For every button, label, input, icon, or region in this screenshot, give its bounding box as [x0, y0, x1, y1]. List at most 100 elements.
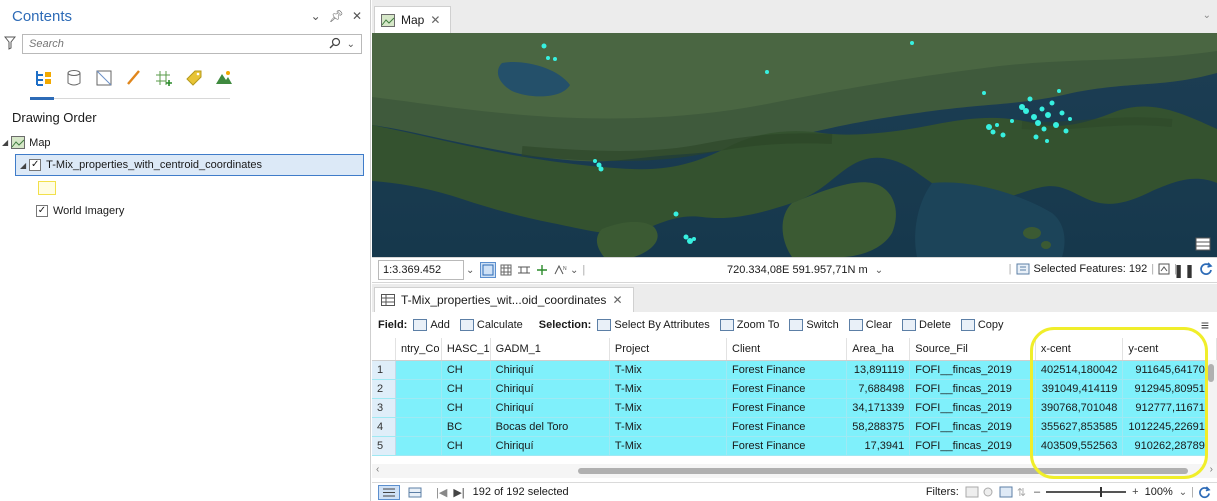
list-by-drawing-order-icon[interactable]	[34, 68, 54, 88]
north-arrow-icon[interactable]: N	[552, 262, 568, 278]
filter-icon[interactable]	[3, 36, 17, 53]
cell-source[interactable]: FOFI__fincas_2019	[909, 436, 1036, 456]
cell-project[interactable]: T-Mix	[609, 398, 728, 418]
measure-icon[interactable]	[516, 262, 532, 278]
cell-gadm[interactable]: Chiriquí	[490, 436, 610, 456]
cell-y-cent[interactable]: 911645,641703	[1122, 360, 1217, 380]
vertical-scroll-thumb[interactable]	[1208, 364, 1214, 382]
query-filter-icon[interactable]	[981, 486, 995, 498]
cell-x-cent[interactable]: 402514,180042	[1035, 360, 1124, 380]
cell-client[interactable]: Forest Finance	[726, 436, 848, 456]
refresh-icon[interactable]	[1199, 262, 1213, 276]
tree-item-map[interactable]: ◢ Map	[2, 136, 51, 149]
cell-hasc[interactable]: CH	[441, 360, 491, 380]
zoom-slider[interactable]	[1046, 487, 1127, 497]
show-all-records-icon[interactable]	[378, 484, 400, 500]
zoom-in-icon[interactable]: +	[1132, 486, 1138, 498]
cell-country-code[interactable]	[395, 436, 442, 456]
cell-hasc[interactable]: CH	[441, 436, 491, 456]
extent-filter-icon[interactable]	[965, 486, 979, 498]
cell-gadm[interactable]: Chiriquí	[490, 360, 610, 380]
options-dropdown-icon[interactable]: ⌄	[311, 9, 321, 23]
tab-attribute-table[interactable]: T-Mix_properties_wit...oid_coordinates ✕	[374, 287, 634, 312]
cell-country-code[interactable]	[395, 398, 442, 418]
delete-button[interactable]: Delete	[902, 319, 951, 331]
table-row[interactable]: 2 CH Chiriquí T-Mix Forest Finance 7,688…	[372, 379, 1217, 399]
list-by-selection-icon[interactable]	[94, 68, 114, 88]
selected-features-display[interactable]: | Selected Features: 192 | |	[1009, 263, 1177, 275]
switch-selection-button[interactable]: Switch	[789, 319, 839, 331]
clear-selection-button[interactable]: Clear	[848, 319, 892, 331]
coordinate-units-dropdown-icon[interactable]: ⌄	[875, 265, 883, 276]
cell-source[interactable]: FOFI__fincas_2019	[909, 379, 1036, 399]
cell-project[interactable]: T-Mix	[609, 417, 728, 437]
column-header-client[interactable]: Client	[726, 338, 848, 361]
list-by-perspective-imagery-icon[interactable]	[214, 68, 234, 88]
zoom-percent[interactable]: 100%	[1145, 486, 1173, 498]
cell-x-cent[interactable]: 391049,414119	[1035, 379, 1124, 399]
row-number[interactable]: 5	[372, 436, 396, 456]
close-pane-icon[interactable]: ✕	[352, 9, 362, 23]
grid-icon[interactable]	[498, 262, 514, 278]
attribute-table-grid[interactable]: ntry_Co HASC_1 GADM_1 Project Client Are…	[372, 338, 1217, 464]
scale-dropdown-icon[interactable]: ⌄	[466, 265, 478, 276]
cell-y-cent[interactable]: 1012245,226916	[1122, 417, 1217, 437]
search-options-icon[interactable]: ⌄	[347, 39, 355, 50]
column-header-x-cent[interactable]: x-cent	[1035, 338, 1124, 361]
cell-x-cent[interactable]: 355627,853585	[1035, 417, 1124, 437]
cell-country-code[interactable]	[395, 360, 442, 380]
cell-source[interactable]: FOFI__fincas_2019	[909, 360, 1036, 380]
column-header-project[interactable]: Project	[609, 338, 728, 361]
tab-map[interactable]: Map ✕	[374, 6, 452, 33]
cell-project[interactable]: T-Mix	[609, 360, 728, 380]
tree-item-world-imagery[interactable]: ✓ World Imagery	[36, 205, 124, 217]
column-header-country-code[interactable]: ntry_Co	[395, 338, 442, 361]
cell-y-cent[interactable]: 912945,809519	[1122, 379, 1217, 399]
tree-item-layer-selected[interactable]: ◢ ✓ T-Mix_properties_with_centroid_coord…	[15, 154, 364, 176]
table-menu-icon[interactable]: ≡	[1201, 317, 1209, 333]
column-header-hasc[interactable]: HASC_1	[441, 338, 491, 361]
cell-client[interactable]: Forest Finance	[726, 398, 848, 418]
cell-x-cent[interactable]: 390768,701048	[1035, 398, 1124, 418]
zoom-to-button[interactable]: Zoom To	[719, 319, 779, 331]
search-input[interactable]	[29, 38, 329, 50]
table-row[interactable]: 3 CH Chiriquí T-Mix Forest Finance 34,17…	[372, 398, 1217, 418]
add-field-button[interactable]: Add	[413, 319, 450, 331]
cell-source[interactable]: FOFI__fincas_2019	[909, 417, 1036, 437]
horizontal-scrollbar[interactable]: ‹ ›	[372, 464, 1217, 478]
cell-hasc[interactable]: BC	[441, 417, 491, 437]
cell-area[interactable]: 58,288375	[846, 417, 911, 437]
cell-country-code[interactable]	[395, 379, 442, 399]
cell-y-cent[interactable]: 912777,116717	[1122, 398, 1217, 418]
cell-hasc[interactable]: CH	[441, 398, 491, 418]
close-tab-icon[interactable]: ✕	[430, 13, 440, 27]
first-record-icon[interactable]: |◀	[436, 486, 447, 499]
copy-button[interactable]: Copy	[960, 319, 1004, 331]
field-sort-icon[interactable]: ⇅	[1017, 486, 1026, 499]
row-number[interactable]: 4	[372, 417, 396, 437]
list-by-data-source-icon[interactable]	[64, 68, 84, 88]
table-row[interactable]: 1 CH Chiriquí T-Mix Forest Finance 13,89…	[372, 360, 1217, 380]
show-selected-records-icon[interactable]	[408, 487, 422, 498]
refresh-table-icon[interactable]	[1198, 485, 1211, 499]
cell-gadm[interactable]: Bocas del Toro	[490, 417, 610, 437]
pause-drawing-icon[interactable]: ❚❚	[1173, 263, 1195, 279]
column-header-source[interactable]: Source_Fil	[909, 338, 1036, 361]
cell-area[interactable]: 17,3941	[846, 436, 911, 456]
cell-source[interactable]: FOFI__fincas_2019	[909, 398, 1036, 418]
select-by-attributes-button[interactable]: Select By Attributes	[597, 319, 710, 331]
cell-hasc[interactable]: CH	[441, 379, 491, 399]
cell-area[interactable]: 7,688498	[846, 379, 911, 399]
cell-client[interactable]: Forest Finance	[726, 360, 848, 380]
row-number[interactable]: 2	[372, 379, 396, 399]
show-table-icon[interactable]	[1158, 263, 1170, 275]
snapping-icon[interactable]	[534, 262, 550, 278]
column-header-y-cent[interactable]: y-cent	[1122, 338, 1217, 361]
layer-visibility-checkbox[interactable]: ✓	[29, 159, 42, 171]
column-header-gadm[interactable]: GADM_1	[490, 338, 610, 361]
map-scale-field[interactable]: 1:3.369.452	[378, 260, 464, 280]
scroll-left-icon[interactable]: ‹	[376, 464, 379, 475]
vertical-scrollbar[interactable]	[1205, 360, 1217, 464]
layer-symbol-swatch[interactable]	[38, 181, 56, 195]
cell-country-code[interactable]	[395, 417, 442, 437]
